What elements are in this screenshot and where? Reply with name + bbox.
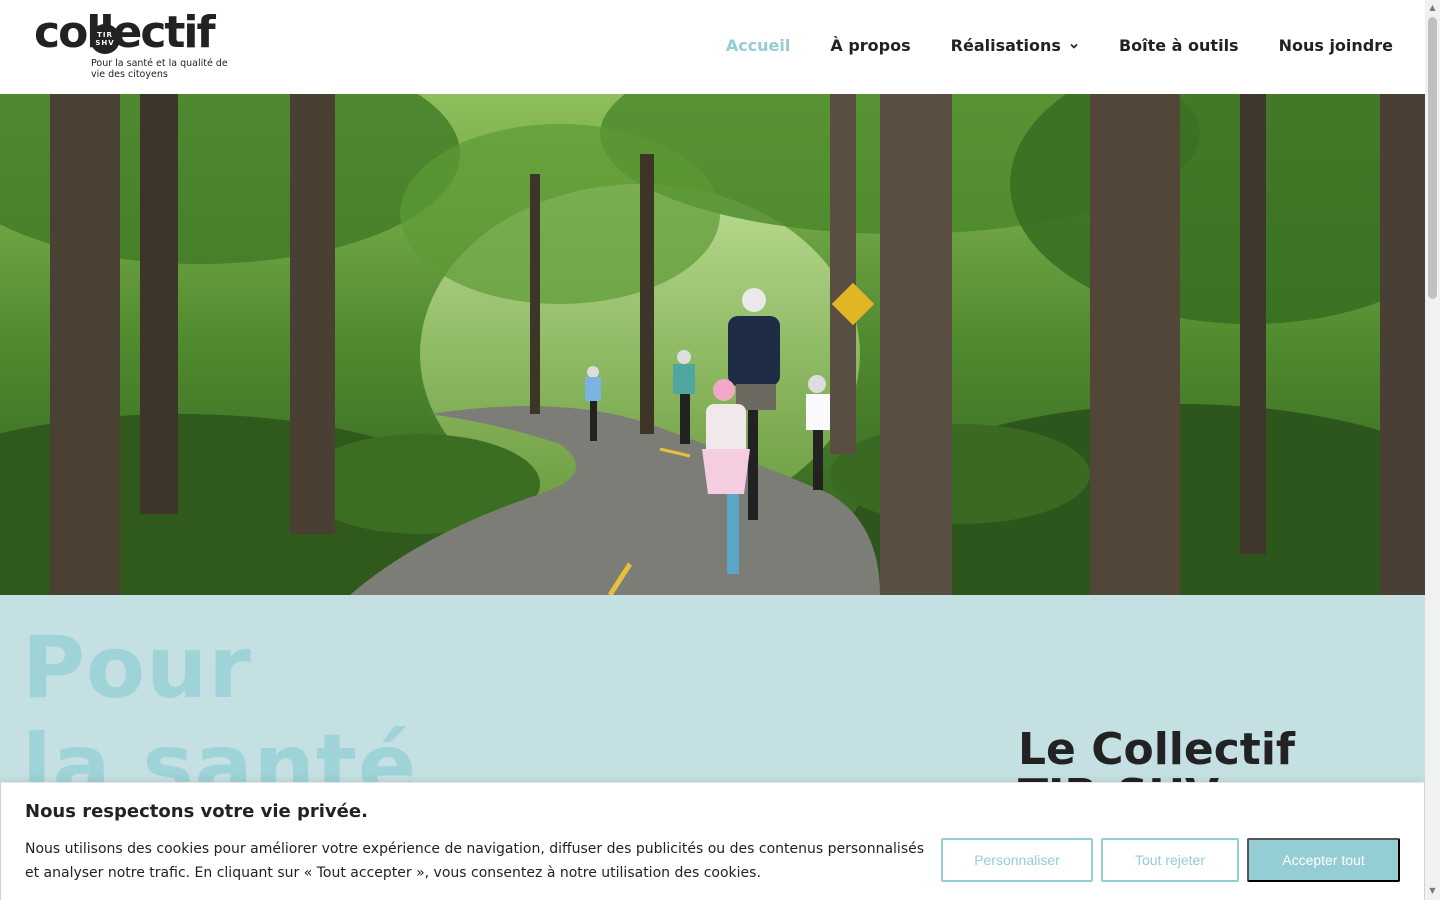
title-line: Le Collectif [1018,724,1296,775]
nav-label: Accueil [725,36,791,55]
logo-tagline: Pour la santé et la qualité de vie des c… [91,58,228,80]
nav-label: Réalisations [950,36,1061,55]
nav-item-accueil[interactable]: Accueil [726,36,791,55]
scrollbar-thumb[interactable] [1428,17,1437,299]
nav-label: À propos [830,36,911,55]
nav-item-realisations[interactable]: Réalisations [951,36,1079,55]
site-header: collectif TIR SHV Pour la santé et la qua… [0,0,1425,94]
customize-cookies-button[interactable]: Personnaliser [941,838,1093,882]
page-scrollbar[interactable]: ▲ ▼ [1425,0,1440,900]
logo-badge: TIR SHV [90,24,120,54]
accept-all-cookies-button[interactable]: Accepter tout [1247,838,1400,882]
nav-label: Nous joindre [1278,36,1393,55]
reject-all-cookies-button[interactable]: Tout rejeter [1101,838,1239,882]
nav-item-a-propos[interactable]: À propos [830,36,910,55]
scroll-down-arrow-icon[interactable]: ▼ [1428,886,1437,896]
logo-wordmark: collectif [34,7,216,58]
chevron-down-icon [1070,43,1078,49]
cookie-title: Nous respectons votre vie privée. [25,801,368,822]
site-logo[interactable]: collectif TIR SHV Pour la santé et la qua… [34,8,228,82]
slogan-line: Pour [22,618,252,718]
hero-image [0,94,1425,595]
nav-item-boite-a-outils[interactable]: Boîte à outils [1119,36,1239,55]
main-nav: Accueil À propos Réalisations Boîte à ou… [726,36,1393,55]
hero-illustration [0,94,1425,595]
scroll-up-arrow-icon[interactable]: ▲ [1428,3,1437,13]
cookie-banner: Nous respectons votre vie privée. Nous u… [1,782,1424,900]
nav-label: Boîte à outils [1118,36,1239,55]
nav-item-nous-joindre[interactable]: Nous joindre [1279,36,1393,55]
cookie-text: Nous utilisons des cookies pour améliore… [25,841,925,881]
